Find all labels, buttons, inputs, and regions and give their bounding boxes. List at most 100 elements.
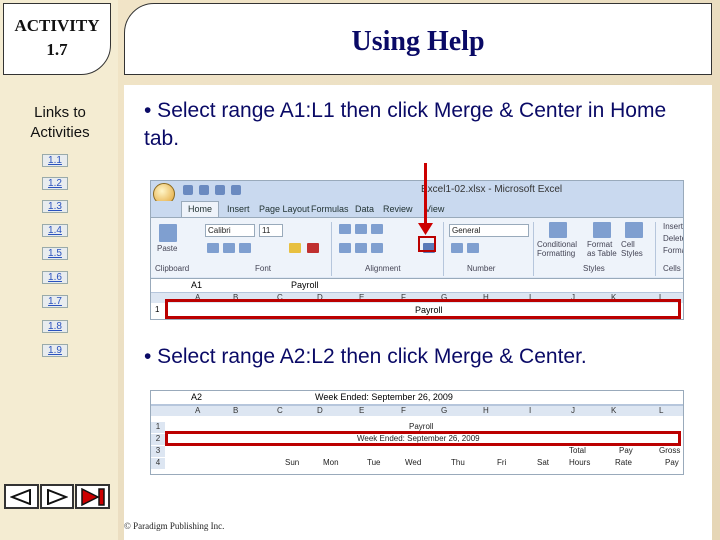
- align-left-icon[interactable]: [339, 243, 351, 253]
- group-font: Font: [255, 264, 272, 273]
- cell-pay[interactable]: Pay: [665, 458, 679, 467]
- skip-to-end-icon: [80, 487, 105, 506]
- formula-bar: A1 Payroll: [151, 278, 683, 292]
- italic-icon[interactable]: [223, 243, 235, 253]
- links-heading: Links to Activities: [30, 104, 90, 141]
- tab-review[interactable]: Review: [383, 204, 413, 214]
- percent-icon[interactable]: [467, 243, 479, 253]
- cell-hours[interactable]: Hours: [569, 458, 590, 467]
- print-icon[interactable]: [231, 185, 241, 195]
- cell-sun[interactable]: Sun: [285, 458, 299, 467]
- tab-page-layout[interactable]: Page Layout: [259, 204, 310, 214]
- cell-total[interactable]: Total: [569, 446, 586, 455]
- link-1-7[interactable]: 1.7: [42, 295, 68, 308]
- conditional-formatting-icon[interactable]: [549, 222, 567, 238]
- align-middle-icon[interactable]: [355, 224, 367, 234]
- link-1-2[interactable]: 1.2: [42, 177, 68, 190]
- align-top-icon[interactable]: [339, 224, 351, 234]
- tab-insert[interactable]: Insert: [227, 204, 250, 214]
- fill-color-icon[interactable]: [289, 243, 301, 253]
- group-clipboard: Clipboard: [155, 264, 190, 273]
- cell-mon[interactable]: Mon: [323, 458, 339, 467]
- format-table-icon[interactable]: [593, 222, 611, 238]
- triangle-left-icon: [10, 488, 32, 505]
- tab-view[interactable]: View: [425, 204, 444, 214]
- link-1-1[interactable]: 1.1: [42, 154, 68, 167]
- merge-center-highlight: [418, 236, 436, 252]
- bold-icon[interactable]: [207, 243, 219, 253]
- slide-title: Using Help: [351, 26, 485, 57]
- link-1-4[interactable]: 1.4: [42, 224, 68, 237]
- cell-tue[interactable]: Tue: [367, 458, 381, 467]
- cell-styles-icon[interactable]: [625, 222, 643, 238]
- col-b: B: [233, 406, 239, 415]
- underline-icon[interactable]: [239, 243, 251, 253]
- font-name-select[interactable]: Calibri: [205, 224, 255, 237]
- tab-home[interactable]: Home: [181, 201, 220, 217]
- tab-formulas[interactable]: Formulas: [311, 204, 349, 214]
- bullet-2: • Select range A2:L2 then click Merge & …: [144, 345, 587, 368]
- font-size-select[interactable]: 11: [259, 224, 283, 237]
- redo-icon[interactable]: [215, 185, 225, 195]
- delete-label[interactable]: Delete: [663, 234, 683, 243]
- link-1-9[interactable]: 1.9: [42, 344, 68, 357]
- cell-wed[interactable]: Wed: [405, 458, 421, 467]
- prev-button[interactable]: [4, 484, 39, 509]
- cell-sat[interactable]: Sat: [537, 458, 549, 467]
- group-cells: Cells: [663, 264, 681, 273]
- quick-access-toolbar: Excel1-02.xlsx - Microsoft Excel: [151, 181, 683, 201]
- cell-pay-header[interactable]: Pay: [619, 446, 633, 455]
- group-separator: [443, 222, 444, 276]
- currency-icon[interactable]: [451, 243, 463, 253]
- row-num-3: 3: [151, 446, 165, 457]
- save-icon[interactable]: [183, 185, 193, 195]
- formula-input[interactable]: Week Ended: September 26, 2009: [315, 392, 453, 402]
- format-table-label: Format as Table: [587, 240, 617, 258]
- group-separator: [331, 222, 332, 276]
- bullet-1: • Select range A1:L1 then click Merge & …: [144, 99, 667, 150]
- paste-icon[interactable]: [159, 224, 177, 242]
- insert-label[interactable]: Insert: [663, 222, 683, 231]
- link-1-3[interactable]: 1.3: [42, 200, 68, 213]
- arrow-down-icon: [418, 223, 433, 235]
- row-num-1: 1: [155, 305, 160, 314]
- align-right-icon[interactable]: [371, 243, 383, 253]
- align-center-icon[interactable]: [355, 243, 367, 253]
- cell-payroll[interactable]: Payroll: [409, 422, 433, 431]
- undo-icon[interactable]: [199, 185, 209, 195]
- row-num-1: 1: [151, 422, 165, 433]
- excel-sheet-screenshot: A2 Week Ended: September 26, 2009 A B C …: [150, 390, 684, 475]
- highlight-range-a1-l1: [165, 299, 681, 319]
- col-g: G: [441, 406, 448, 415]
- cell-fri[interactable]: Fri: [497, 458, 506, 467]
- next-button[interactable]: [39, 484, 75, 509]
- group-styles: Styles: [583, 264, 605, 273]
- align-bottom-icon[interactable]: [371, 224, 383, 234]
- name-box[interactable]: A2: [191, 392, 202, 402]
- tab-data[interactable]: Data: [355, 204, 374, 214]
- formula-input[interactable]: Payroll: [291, 280, 319, 290]
- red-arrow-shaft: [424, 163, 427, 228]
- link-1-6[interactable]: 1.6: [42, 271, 68, 284]
- col-e: E: [359, 406, 365, 415]
- col-h: H: [483, 406, 489, 415]
- number-format-select[interactable]: General: [449, 224, 529, 237]
- copyright-text: © Paradigm Publishing Inc.: [124, 521, 225, 531]
- activity-label: ACTIVITY: [14, 16, 100, 35]
- title-box: Using Help: [124, 3, 712, 75]
- end-button[interactable]: [75, 484, 111, 509]
- name-box[interactable]: A1: [191, 280, 202, 290]
- link-1-8[interactable]: 1.8: [42, 320, 68, 333]
- window-title: Excel1-02.xlsx - Microsoft Excel: [421, 184, 563, 195]
- link-1-5[interactable]: 1.5: [42, 247, 68, 260]
- row-num-4: 4: [151, 458, 165, 469]
- font-color-icon[interactable]: [307, 243, 319, 253]
- group-separator: [533, 222, 534, 276]
- cell-thu[interactable]: Thu: [451, 458, 465, 467]
- group-number: Number: [467, 264, 496, 273]
- home-ribbon: Paste Calibri 11 General Conditional For…: [151, 217, 683, 277]
- format-label[interactable]: Format: [663, 246, 683, 255]
- group-alignment: Alignment: [365, 264, 401, 273]
- cell-rate[interactable]: Rate: [615, 458, 632, 467]
- cell-gross[interactable]: Gross: [659, 446, 680, 455]
